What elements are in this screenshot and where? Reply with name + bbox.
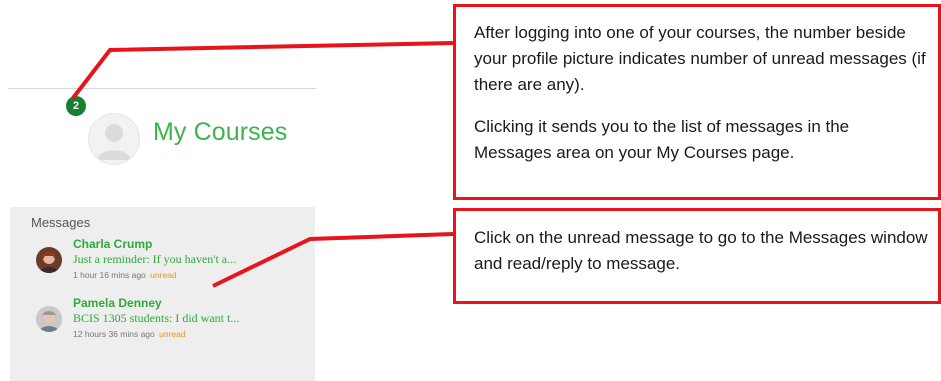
message-meta: 12 hours 36 mins ago unread xyxy=(73,329,186,339)
message-item[interactable]: Charla Crump Just a reminder: If you hav… xyxy=(10,237,315,301)
message-meta: 1 hour 16 mins ago unread xyxy=(73,270,177,280)
message-time: 12 hours 36 mins ago xyxy=(73,329,155,339)
sender-photo-icon xyxy=(36,247,62,273)
sender-name[interactable]: Charla Crump xyxy=(73,237,152,251)
callout-badge-explanation: After logging into one of your courses, … xyxy=(453,4,941,200)
message-item[interactable]: Pamela Denney BCIS 1305 students: I did … xyxy=(10,296,315,360)
profile-avatar[interactable] xyxy=(88,113,140,165)
message-preview[interactable]: Just a reminder: If you haven't a... xyxy=(73,252,236,267)
page-title[interactable]: My Courses xyxy=(153,118,287,147)
sender-name[interactable]: Pamela Denney xyxy=(73,296,162,310)
messages-panel: Messages Charla Crump Just a reminder: I… xyxy=(10,207,315,381)
message-preview[interactable]: BCIS 1305 students: I did want t... xyxy=(73,311,239,326)
message-time: 1 hour 16 mins ago xyxy=(73,270,146,280)
messages-heading: Messages xyxy=(31,215,91,230)
sender-photo-icon xyxy=(36,306,62,332)
callout-paragraph: After logging into one of your courses, … xyxy=(474,23,926,94)
user-silhouette-icon xyxy=(97,124,131,160)
unread-count-badge[interactable]: 2 xyxy=(66,96,86,116)
sender-avatar xyxy=(36,247,62,273)
callout-paragraph: Click on the unread message to go to the… xyxy=(474,228,928,273)
sender-avatar xyxy=(36,306,62,332)
leader-line-badge xyxy=(71,41,454,100)
header-divider xyxy=(8,88,316,89)
unread-label[interactable]: unread xyxy=(150,270,176,280)
callout-paragraph: Clicking it sends you to the list of mes… xyxy=(474,117,850,162)
callout-unread-explanation: Click on the unread message to go to the… xyxy=(453,208,941,304)
unread-label[interactable]: unread xyxy=(159,329,185,339)
